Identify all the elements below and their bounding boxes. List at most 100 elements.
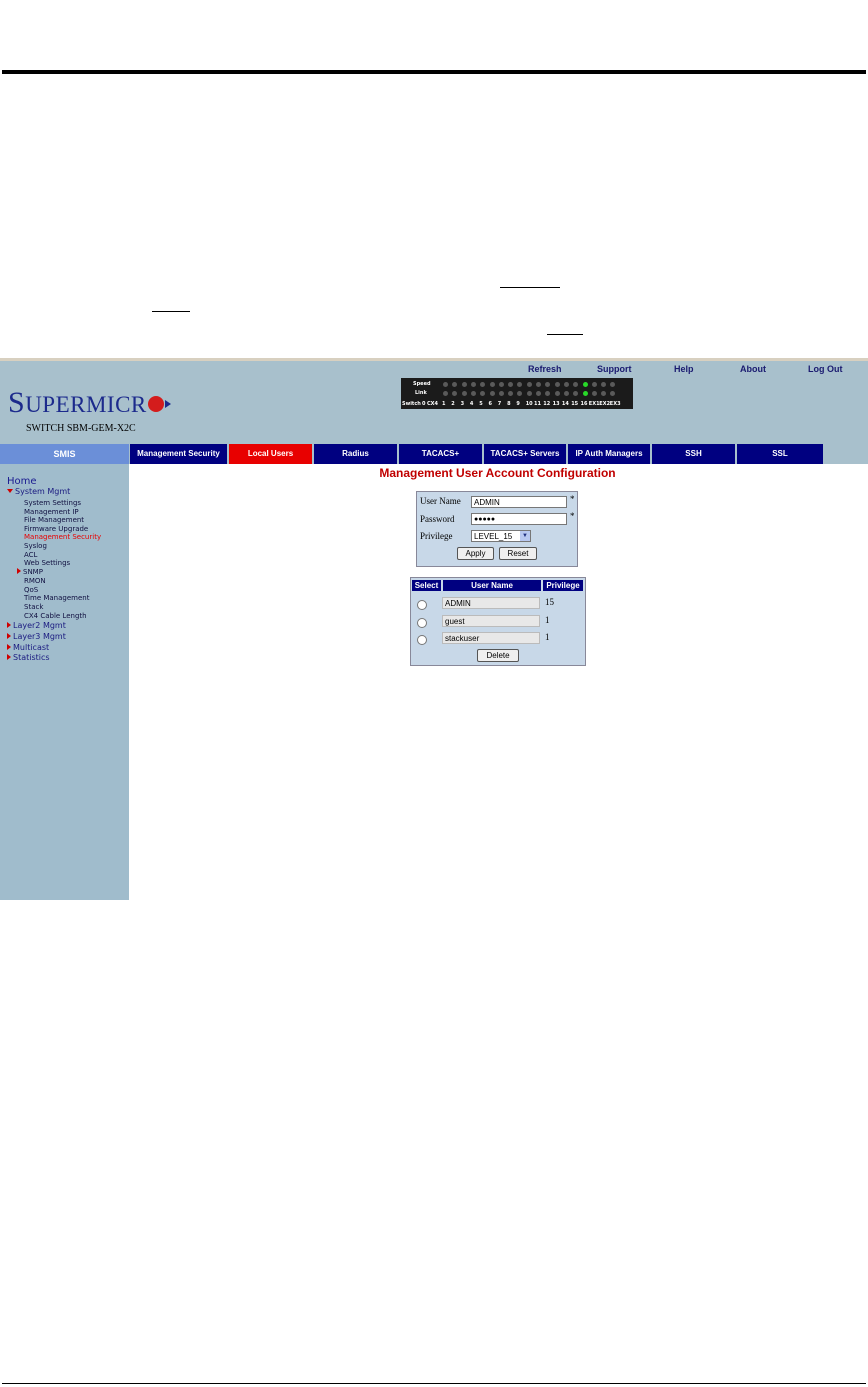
column-header-select: Select [412,580,441,591]
main-content: Management User Account Configuration Us… [129,464,868,900]
port-link-led [573,391,579,396]
port-number-label: 12 [543,401,551,407]
sidebar-item-statistics[interactable]: Statistics [7,653,50,662]
port-link-led [545,391,551,396]
port-number-label: EX3 [609,401,621,407]
column-header-privilege: Privilege [543,580,583,591]
privilege-cell: 1 [545,632,550,642]
port-number-label: 10 [525,401,533,407]
tab-radius[interactable]: Radius [314,444,397,464]
sidebar-item-stack[interactable]: Stack [24,603,43,611]
port-speed-led [443,382,448,387]
port-number-label: 14 [561,401,569,407]
user-account-form: User Name ADMIN * Password ●●●●● * Privi… [416,491,578,567]
port-link-led [452,391,458,396]
sidebar-item-management-security[interactable]: Management Security [24,533,101,541]
sidebar-item-system-settings[interactable]: System Settings [24,499,81,507]
sidebar-item-syslog[interactable]: Syslog [24,542,47,550]
username-input[interactable]: ADMIN [471,496,567,508]
sidebar-item-layer2-mgmt[interactable]: Layer2 Mgmt [7,621,66,630]
port-number-label: 4 [469,401,474,407]
expanded-arrow-icon [7,489,13,493]
port-link-led [461,391,467,396]
port-speed-led [591,382,597,387]
refresh-link[interactable]: Refresh [528,364,562,374]
port-link-led [470,391,476,396]
port-number-label: 2 [451,401,455,407]
tab-local-users[interactable]: Local Users [229,444,312,464]
port-status-panel: Speed Link Switch 0 CX4 1 2 3 4 5 6 7 8 9 10 11 12 13 14… [401,378,633,409]
port-speed-led [461,382,467,387]
port-speed-led [526,382,532,387]
reset-button[interactable]: Reset [499,547,537,560]
privilege-select[interactable]: LEVEL_15 ▼ [471,530,531,542]
apply-button[interactable]: Apply [457,547,494,560]
sidebar-item-rmon[interactable]: RMON [24,577,46,585]
port-link-led [498,391,504,396]
collapsed-arrow-icon [7,654,11,660]
support-link[interactable]: Support [597,364,632,374]
logout-link[interactable]: Log Out [808,364,843,374]
port-speed-led [498,382,504,387]
underline-mark [500,287,560,288]
user-table: Select User Name Privilege ADMIN 15 gues… [410,577,586,666]
port-speed-led [582,382,588,387]
tab-ssh[interactable]: SSH [652,444,735,464]
sidebar-item-file-management[interactable]: File Management [24,516,84,524]
sidebar-item-layer3-mgmt[interactable]: Layer3 Mgmt [7,632,66,641]
port-number-label: 5 [479,401,483,407]
collapsed-arrow-icon [17,568,21,574]
sidebar-item-acl[interactable]: ACL [24,551,37,559]
port-speed-led [452,382,458,387]
privilege-cell: 15 [545,597,554,607]
port-number-label: EX1 [588,401,600,407]
chevron-down-icon: ▼ [520,531,530,541]
sidebar-item-qos[interactable]: QoS [24,586,38,594]
tab-tacacs-servers[interactable]: TACACS+ Servers [484,444,566,464]
sidebar-item-firmware-upgrade[interactable]: Firmware Upgrade [24,525,88,533]
sidebar-item-snmp[interactable]: SNMP [17,568,43,576]
privilege-label: Privilege [420,531,453,541]
port-number-label: 15 [571,401,579,407]
document-footer-rule [2,1383,866,1384]
tab-management-security[interactable]: Management Security [130,444,227,464]
row-select-radio[interactable] [417,600,427,610]
tab-ip-auth-managers[interactable]: IP Auth Managers [568,444,650,464]
sidebar-item-cx4-cable-length[interactable]: CX4 Cable Length [24,612,87,620]
sidebar-item-home[interactable]: Home [7,476,37,487]
tab-tacacs[interactable]: TACACS+ [399,444,482,464]
password-input[interactable]: ●●●●● [471,513,567,525]
sidebar-item-management-ip[interactable]: Management IP [24,508,79,516]
delete-button[interactable]: Delete [477,649,519,662]
sidebar-item-system-mgmt[interactable]: System Mgmt [7,487,70,496]
user-name-cell: ADMIN [442,597,540,609]
username-label: User Name [420,496,461,506]
port-number-label: 16 [580,401,588,407]
port-link-led [480,391,486,396]
help-link[interactable]: Help [674,364,694,374]
about-link[interactable]: About [740,364,766,374]
port-speed-led [517,382,523,387]
switch-model-label: SWITCH SBM-GEM-X2C [26,423,136,434]
password-label: Password [420,514,455,524]
row-select-radio[interactable] [417,618,427,628]
port-link-led [443,391,448,396]
port-number-label: 9 [516,401,520,407]
app-header: Refresh Support Help About Log Out SUPER… [0,361,868,444]
port-link-led [536,391,541,396]
port-link-led [508,391,514,396]
sidebar-item-web-settings[interactable]: Web Settings [24,559,70,567]
port-number-label: 3 [460,401,465,407]
page-title: Management User Account Configuration [379,466,616,480]
port-number-label: 13 [552,401,560,407]
port-speed-led [536,382,541,387]
port-speed-led [554,382,560,387]
port-link-led [526,391,532,396]
row-select-radio[interactable] [417,635,427,645]
sidebar-item-time-management[interactable]: Time Management [24,594,89,602]
port-speed-led [470,382,476,387]
tab-ssl[interactable]: SSL [737,444,823,464]
port-number-label: 7 [497,401,502,407]
sidebar-item-multicast[interactable]: Multicast [7,643,49,652]
underline-mark [547,334,583,335]
